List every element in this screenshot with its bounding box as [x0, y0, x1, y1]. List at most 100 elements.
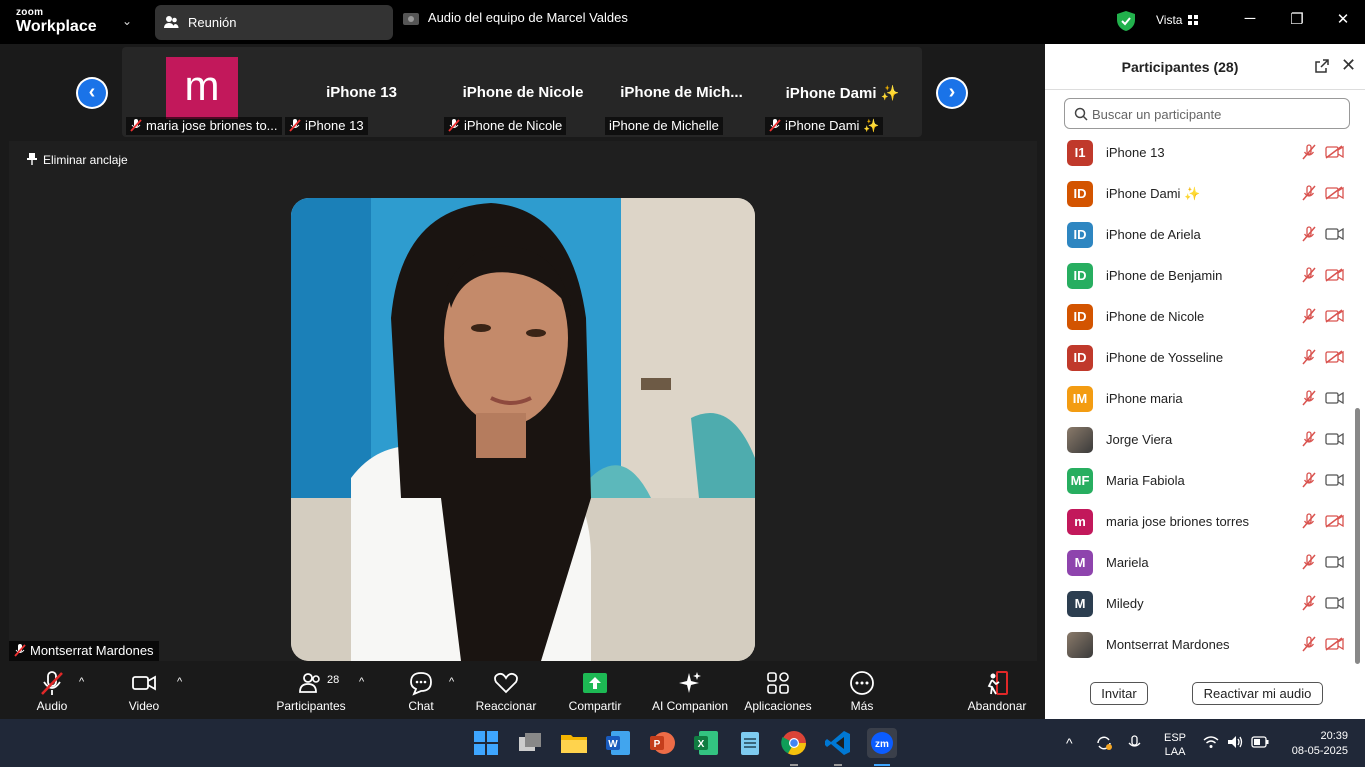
file-explorer-icon[interactable] — [559, 728, 589, 758]
mic-muted-icon[interactable] — [1301, 226, 1317, 242]
invite-button[interactable]: Invitar — [1090, 682, 1148, 705]
participants-options-caret[interactable]: ^ — [359, 676, 364, 688]
clock[interactable]: 20:39 08-05-2025 — [1283, 729, 1348, 759]
camera-icon[interactable] — [1325, 432, 1344, 446]
ai-companion-button[interactable]: AI Companion — [648, 661, 732, 719]
chat-options-caret[interactable]: ^ — [449, 676, 454, 688]
chrome-icon[interactable] — [779, 728, 809, 758]
participants-button[interactable]: Participantes — [271, 661, 351, 719]
camera-icon[interactable] — [1325, 473, 1344, 487]
mic-muted-icon[interactable] — [1301, 144, 1317, 160]
participant-row[interactable]: ID iPhone de Nicole — [1045, 296, 1355, 337]
close-panel-icon[interactable]: ✕ — [1341, 55, 1356, 76]
mic-muted-icon[interactable] — [1301, 267, 1317, 283]
mic-muted-icon[interactable] — [1301, 636, 1317, 652]
zoom-app-icon[interactable]: zm — [867, 728, 897, 758]
camera-off-icon[interactable] — [1325, 637, 1344, 651]
camera-icon[interactable] — [1325, 555, 1344, 569]
chat-button[interactable]: Chat — [396, 661, 446, 719]
participant-search[interactable] — [1064, 98, 1350, 129]
participant-row[interactable]: ID iPhone de Yosseline — [1045, 337, 1355, 378]
title-bar: zoom Workplace ⌄ Reunión Audio del equip… — [0, 0, 1365, 44]
audio-button[interactable]: Audio — [27, 661, 77, 719]
mic-in-use-icon[interactable] — [1125, 734, 1145, 752]
camera-icon[interactable] — [1325, 391, 1344, 405]
video-options-caret[interactable]: ^ — [177, 676, 182, 688]
sync-icon[interactable] — [1095, 734, 1113, 752]
participant-row[interactable]: MF Maria Fabiola — [1045, 460, 1355, 501]
search-input[interactable] — [1092, 104, 1342, 124]
participant-row[interactable]: ID iPhone de Ariela — [1045, 214, 1355, 255]
logo-line2: Workplace — [16, 18, 97, 35]
thumb-tile[interactable]: iPhone Dami ✨ iPhone Dami ✨ — [765, 47, 920, 137]
mic-muted-icon[interactable] — [1301, 595, 1317, 611]
excel-icon[interactable]: X — [691, 728, 721, 758]
close-window-button[interactable]: ✕ — [1331, 10, 1355, 32]
shield-check-icon[interactable] — [1117, 11, 1135, 31]
wifi-icon[interactable] — [1203, 735, 1219, 749]
volume-icon[interactable] — [1227, 735, 1245, 749]
thumb-tile[interactable]: iPhone 13 iPhone 13 — [284, 47, 439, 137]
windows-start-icon[interactable] — [471, 728, 501, 758]
mic-muted-icon[interactable] — [1301, 431, 1317, 447]
battery-icon[interactable] — [1251, 736, 1269, 748]
mic-muted-icon[interactable] — [1301, 185, 1317, 201]
camera-icon[interactable] — [1325, 227, 1344, 241]
participant-row[interactable]: Jorge Viera — [1045, 419, 1355, 460]
camera-off-icon[interactable] — [1325, 186, 1344, 200]
more-button[interactable]: Más — [837, 661, 887, 719]
camera-icon[interactable] — [1325, 596, 1344, 610]
participant-row[interactable]: ID iPhone de Benjamin — [1045, 255, 1355, 296]
mic-muted-icon[interactable] — [1301, 472, 1317, 488]
participant-row[interactable]: m maria jose briones torres — [1045, 501, 1355, 542]
tab-meeting[interactable]: Reunión — [155, 5, 393, 40]
apps-button[interactable]: Aplicaciones — [742, 661, 814, 719]
thumb-name: iPhone 13 — [326, 84, 397, 101]
task-view-icon[interactable] — [515, 728, 545, 758]
mic-muted-icon[interactable] — [1301, 349, 1317, 365]
participant-row[interactable]: Montserrat Mardones — [1045, 624, 1355, 665]
leave-button[interactable]: Abandonar — [962, 661, 1032, 719]
participant-row[interactable]: ID iPhone Dami ✨ — [1045, 173, 1355, 214]
mic-muted-icon[interactable] — [1301, 554, 1317, 570]
view-button[interactable]: Vista — [1156, 13, 1199, 27]
vscode-icon[interactable] — [823, 728, 853, 758]
mic-muted-icon[interactable] — [1301, 390, 1317, 406]
participant-name: Miledy — [1106, 596, 1144, 611]
word-icon[interactable]: W — [603, 728, 633, 758]
tab-team-audio[interactable]: Audio del equipo de Marcel Valdes — [403, 10, 628, 27]
participant-row[interactable]: M Miledy — [1045, 583, 1355, 624]
camera-off-icon[interactable] — [1325, 145, 1344, 159]
thumb-tile[interactable]: iPhone de Mich... iPhone de Michelle — [604, 47, 759, 137]
thumb-tile[interactable]: m maria jose briones to... — [122, 47, 284, 137]
share-button[interactable]: Compartir — [562, 661, 628, 719]
react-button[interactable]: Reaccionar — [472, 661, 540, 719]
minimize-button[interactable]: ─ — [1238, 10, 1262, 32]
camera-off-icon[interactable] — [1325, 514, 1344, 528]
mic-muted-icon[interactable] — [1301, 308, 1317, 324]
notepad-icon[interactable] — [735, 728, 765, 758]
panel-title: Participantes (28) — [1121, 59, 1239, 75]
language-indicator[interactable]: ESP LAA — [1164, 731, 1186, 759]
participant-row[interactable]: M Mariela — [1045, 542, 1355, 583]
powerpoint-icon[interactable]: P — [647, 728, 677, 758]
camera-off-icon[interactable] — [1325, 309, 1344, 323]
participant-row[interactable]: IM iPhone maria — [1045, 378, 1355, 419]
mic-muted-icon[interactable] — [1301, 513, 1317, 529]
participant-row[interactable]: I1 iPhone 13 — [1045, 132, 1355, 173]
unpin-button[interactable]: Eliminar anclaje — [27, 153, 128, 167]
audio-options-caret[interactable]: ^ — [79, 676, 84, 688]
restore-button[interactable]: ❐ — [1285, 10, 1309, 32]
popout-icon[interactable] — [1314, 58, 1330, 74]
next-page-button[interactable]: › — [936, 77, 968, 109]
unmute-me-button[interactable]: Reactivar mi audio — [1192, 682, 1323, 705]
chevron-down-icon[interactable]: ⌄ — [122, 14, 132, 28]
video-button[interactable]: Video — [119, 661, 169, 719]
prev-page-button[interactable]: ‹ — [76, 77, 108, 109]
camera-off-icon[interactable] — [1325, 268, 1344, 282]
camera-off-icon[interactable] — [1325, 350, 1344, 364]
scrollbar[interactable] — [1355, 408, 1360, 664]
show-hidden-icons[interactable]: ^ — [1066, 735, 1073, 751]
participant-name: iPhone de Ariela — [1106, 227, 1201, 242]
thumb-tile[interactable]: iPhone de Nicole iPhone de Nicole — [443, 47, 603, 137]
